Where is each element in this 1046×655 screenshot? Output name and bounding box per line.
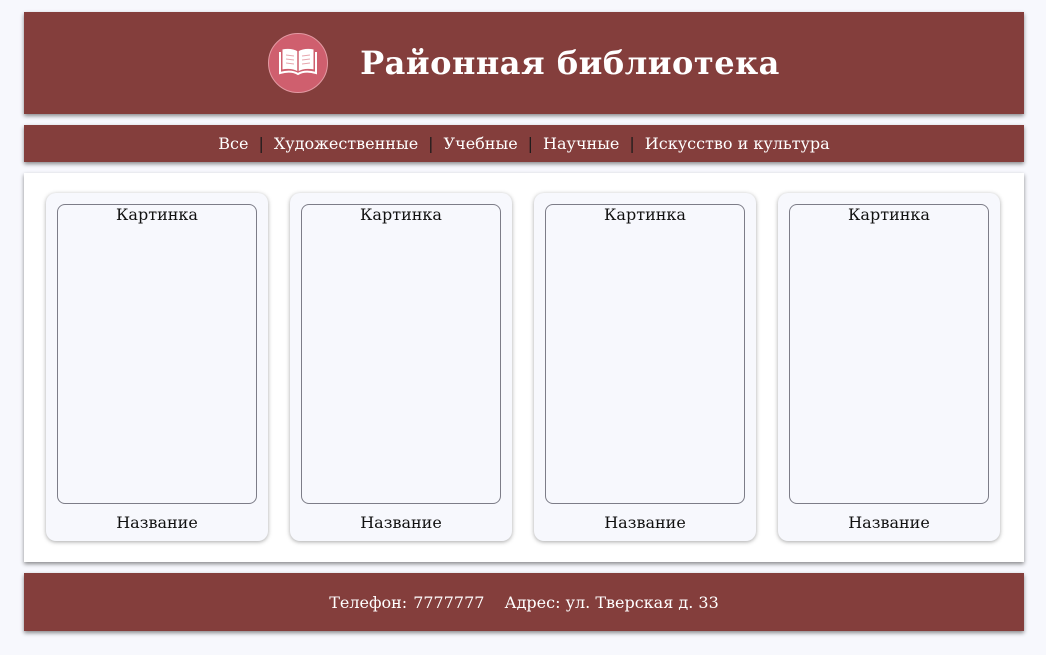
- nav-separator: |: [258, 134, 264, 153]
- book-image[interactable]: Картинка: [57, 204, 257, 504]
- book-title: Название: [604, 513, 686, 532]
- logo: [268, 33, 329, 93]
- book-card[interactable]: Картинка Название: [46, 193, 268, 541]
- nav-item-scientific[interactable]: Научные: [543, 134, 619, 153]
- book-card[interactable]: Картинка Название: [778, 193, 1000, 541]
- nav-item-educational[interactable]: Учебные: [444, 134, 518, 153]
- book-image[interactable]: Картинка: [789, 204, 989, 504]
- nav-separator: |: [428, 134, 434, 153]
- book-title: Название: [116, 513, 198, 532]
- site-footer: Телефон: 7777777 Адрес: ул. Тверская д. …: [24, 573, 1024, 631]
- nav-separator: |: [527, 134, 534, 153]
- nav-item-all[interactable]: Все: [218, 134, 248, 153]
- open-book-icon: [279, 46, 318, 80]
- phone-value[interactable]: 7777777: [413, 593, 484, 612]
- site-title: Районная библиотека: [360, 44, 780, 82]
- site-header: Районная библиотека: [24, 12, 1024, 114]
- book-image[interactable]: Картинка: [301, 204, 501, 504]
- book-image-label: Картинка: [604, 205, 686, 224]
- book-grid: Картинка Название Картинка Название Карт…: [24, 173, 1024, 562]
- category-nav: Все | Художественные | Учебные | Научные…: [24, 125, 1024, 162]
- book-image-label: Картинка: [848, 205, 930, 224]
- book-title: Название: [360, 513, 442, 532]
- book-image[interactable]: Картинка: [545, 204, 745, 504]
- nav-item-art-culture[interactable]: Искусство и культура: [645, 134, 830, 153]
- book-image-label: Картинка: [360, 205, 442, 224]
- book-title: Название: [848, 513, 930, 532]
- phone-label: Телефон:: [329, 592, 408, 612]
- nav-item-fiction[interactable]: Художественные: [274, 134, 418, 153]
- nav-separator: |: [629, 134, 635, 153]
- book-image-label: Картинка: [116, 205, 198, 224]
- book-card[interactable]: Картинка Название: [534, 193, 756, 541]
- address-text: Адрес: ул. Тверская д. 33: [504, 592, 719, 612]
- book-card[interactable]: Картинка Название: [290, 193, 512, 541]
